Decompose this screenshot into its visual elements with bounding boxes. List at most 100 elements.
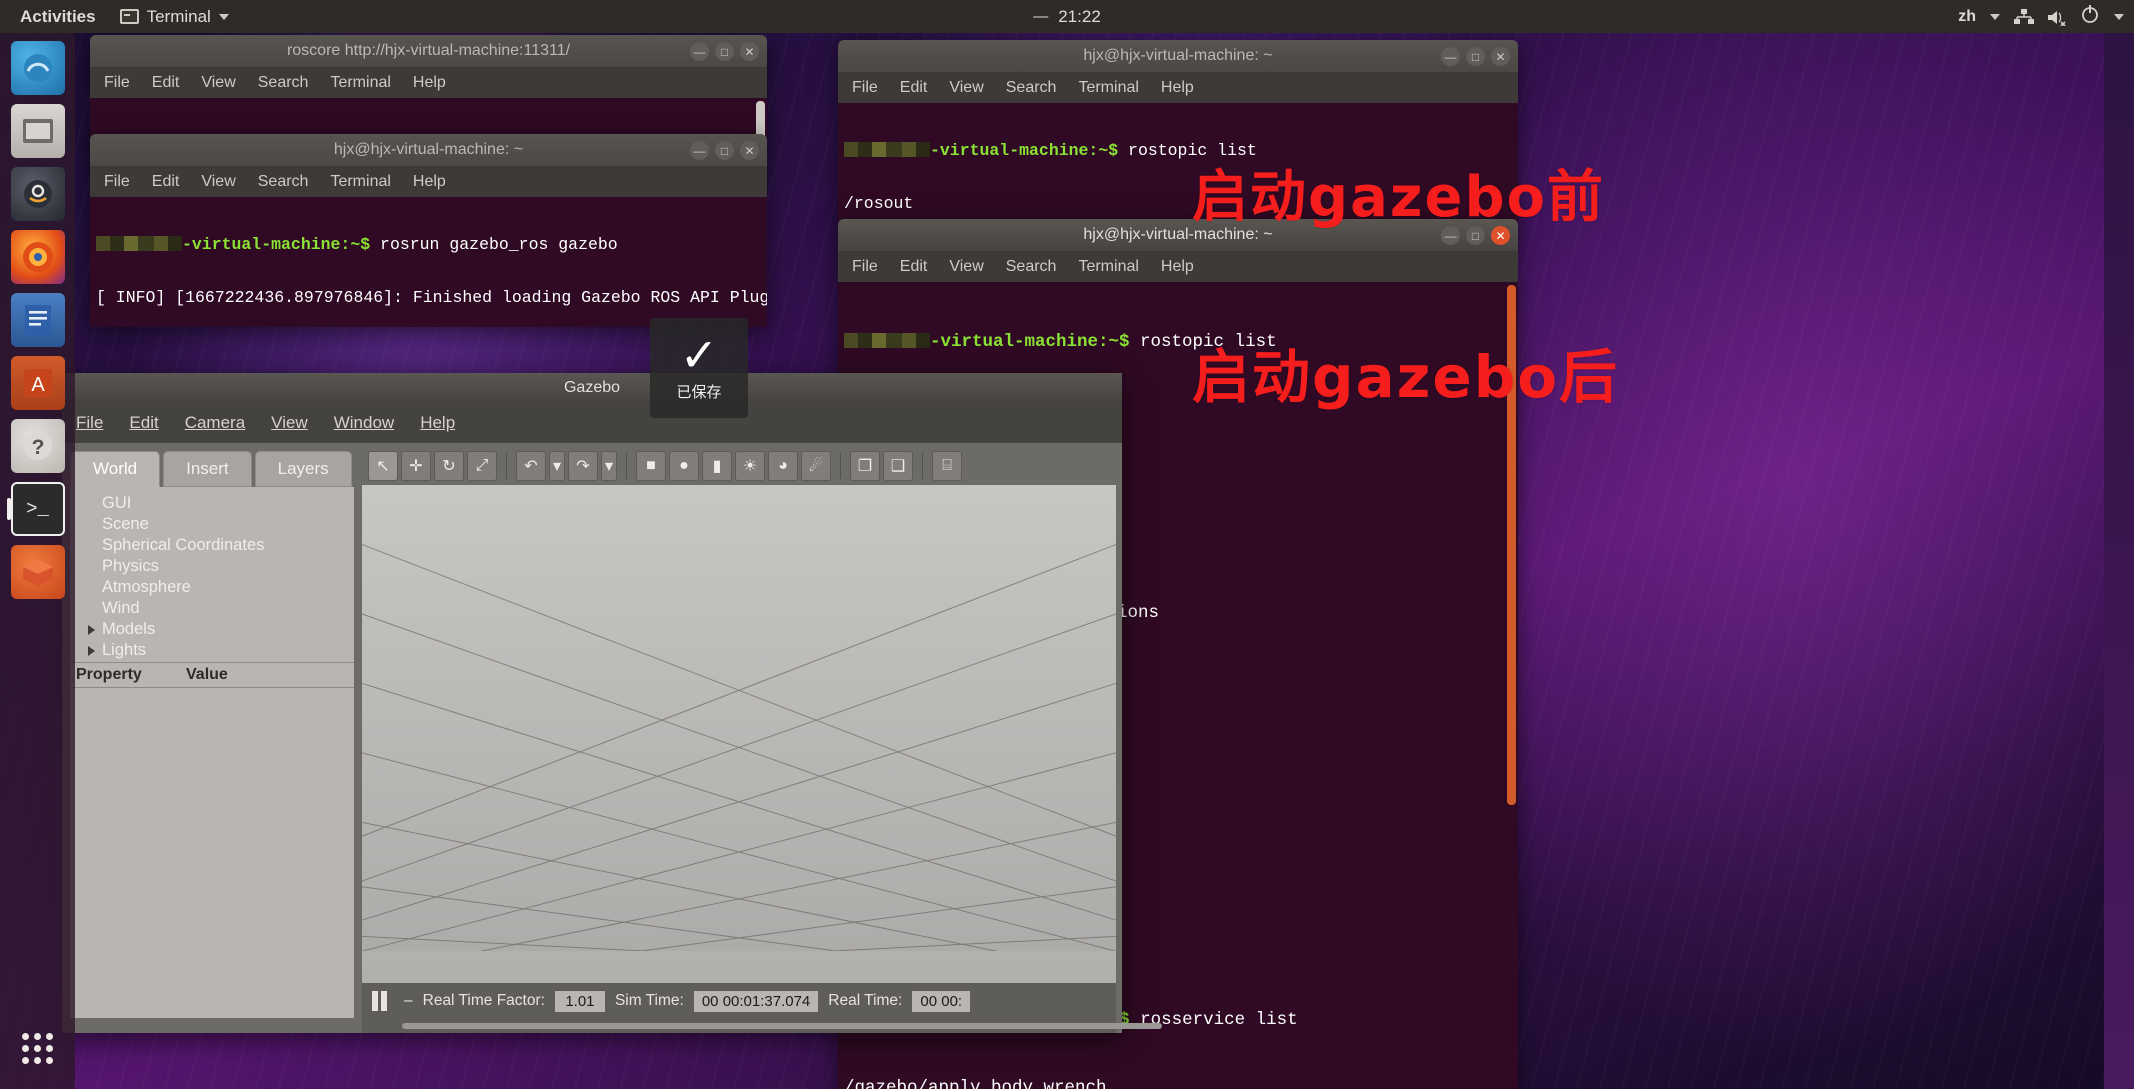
menu-terminal[interactable]: Terminal [330, 74, 390, 92]
menu-window[interactable]: Window [334, 413, 394, 433]
dock-item-toolbox[interactable]: A [10, 356, 65, 410]
close-button[interactable]: ✕ [740, 42, 759, 61]
menu-help[interactable]: Help [1161, 258, 1194, 276]
menu-search[interactable]: Search [1006, 79, 1057, 97]
menu-file[interactable]: File [852, 79, 878, 97]
rotate-mode-button[interactable]: ↻ [434, 451, 464, 481]
select-mode-button[interactable]: ↖ [368, 451, 398, 481]
minimize-button[interactable]: — [690, 141, 709, 160]
tree-item-physics[interactable]: Physics [74, 556, 350, 577]
clock-menu[interactable]: — 21:22 [1033, 7, 1101, 27]
menu-terminal[interactable]: Terminal [1078, 258, 1138, 276]
tree-item-gui[interactable]: GUI [74, 493, 350, 514]
menu-file[interactable]: File [104, 74, 130, 92]
menu-search[interactable]: Search [1006, 258, 1057, 276]
undo-dropdown[interactable]: ▾ [549, 451, 565, 481]
tree-item-scene[interactable]: Scene [74, 514, 350, 535]
dock-item-nautilus[interactable] [10, 545, 65, 599]
spot-light-button[interactable]: ◕ [768, 451, 798, 481]
dock-item-writer[interactable] [10, 293, 65, 347]
minimize-button[interactable]: — [690, 42, 709, 61]
dock-item-amazon[interactable] [10, 167, 65, 221]
menu-help[interactable]: Help [413, 74, 446, 92]
maximize-button[interactable]: □ [715, 42, 734, 61]
tree-item-atmosphere[interactable]: Atmosphere [74, 577, 350, 598]
menu-help[interactable]: Help [420, 413, 455, 433]
gazebo-panel-tabs[interactable]: World Insert Layers [70, 451, 354, 487]
menubar[interactable]: File Edit Camera View Window Help [62, 403, 1122, 443]
menu-terminal[interactable]: Terminal [1078, 79, 1138, 97]
titlebar[interactable]: Gazebo [62, 373, 1122, 403]
dock-item-terminal[interactable]: >_ [10, 482, 65, 536]
app-menu-terminal[interactable]: Terminal [108, 0, 241, 33]
box-button[interactable]: ■ [636, 451, 666, 481]
horizontal-scrollbar[interactable] [362, 1019, 1162, 1033]
terminal-output[interactable]: -virtual-machine:~$ rosrun gazebo_ros ga… [90, 197, 767, 327]
translate-mode-button[interactable]: ✛ [401, 451, 431, 481]
gazebo-toolbar[interactable]: ↖ ✛ ↻ ⤢ ↶ ▾ ↷ ▾ ■ ● ▮ ☀ ◕ ☄ ❐ ❑ ⌸ [362, 447, 1116, 485]
pause-button[interactable] [372, 990, 394, 1012]
menubar[interactable]: File Edit View Search Terminal Help [838, 73, 1518, 103]
dock-item-software[interactable] [10, 104, 65, 158]
tab-world[interactable]: World [70, 451, 161, 487]
property-table-body[interactable] [70, 688, 354, 1018]
window-buttons[interactable]: — □ ✕ [690, 35, 759, 68]
undo-button[interactable]: ↶ [516, 451, 546, 481]
tree-item-lights[interactable]: Lights [74, 640, 350, 661]
titlebar[interactable]: hjx@hjx-virtual-machine: ~ — □ ✕ [838, 40, 1518, 73]
menu-edit[interactable]: Edit [900, 258, 928, 276]
tree-item-wind[interactable]: Wind [74, 598, 350, 619]
maximize-button[interactable]: □ [715, 141, 734, 160]
close-button[interactable]: ✕ [1491, 47, 1510, 66]
titlebar[interactable]: hjx@hjx-virtual-machine: ~ — □ ✕ [90, 134, 767, 167]
menu-edit[interactable]: Edit [152, 173, 180, 191]
show-applications-button[interactable] [11, 1021, 65, 1075]
menu-camera[interactable]: Camera [185, 413, 245, 433]
redo-dropdown[interactable]: ▾ [601, 451, 617, 481]
directional-light-button[interactable]: ☄ [801, 451, 831, 481]
window-buttons[interactable]: — □ ✕ [1441, 40, 1510, 73]
minimize-button[interactable]: — [1441, 47, 1460, 66]
status-indicators[interactable]: zh [1958, 4, 2124, 29]
window-buttons[interactable]: — □ ✕ [690, 134, 759, 167]
menu-view[interactable]: View [201, 74, 235, 92]
keyboard-layout-indicator[interactable]: zh [1958, 8, 1976, 26]
sphere-button[interactable]: ● [669, 451, 699, 481]
tree-item-spherical-coordinates[interactable]: Spherical Coordinates [74, 535, 350, 556]
menu-view[interactable]: View [949, 79, 983, 97]
menubar[interactable]: File Edit View Search Terminal Help [90, 167, 767, 197]
maximize-button[interactable]: □ [1466, 47, 1485, 66]
dock-item-help[interactable]: ? [10, 419, 65, 473]
close-button[interactable]: ✕ [740, 141, 759, 160]
align-button[interactable]: ⌸ [932, 451, 962, 481]
point-light-button[interactable]: ☀ [735, 451, 765, 481]
activities-button[interactable]: Activities [8, 0, 108, 33]
menubar[interactable]: File Edit View Search Terminal Help [838, 252, 1518, 282]
menu-view[interactable]: View [949, 258, 983, 276]
tree-item-models[interactable]: Models [74, 619, 350, 640]
cylinder-button[interactable]: ▮ [702, 451, 732, 481]
dock-item-files[interactable] [10, 41, 65, 95]
tab-layers[interactable]: Layers [254, 451, 352, 487]
menu-terminal[interactable]: Terminal [330, 173, 390, 191]
window-gazebo-rosrun[interactable]: hjx@hjx-virtual-machine: ~ — □ ✕ File Ed… [90, 134, 767, 327]
gazebo-status-bar[interactable]: – Real Time Factor: 1.01 Sim Time: 00 00… [362, 983, 1116, 1019]
tab-insert[interactable]: Insert [163, 451, 252, 487]
dock-item-firefox[interactable] [10, 230, 65, 284]
redo-button[interactable]: ↷ [568, 451, 598, 481]
menu-view[interactable]: View [201, 173, 235, 191]
menu-search[interactable]: Search [258, 173, 309, 191]
copy-button[interactable]: ❐ [850, 451, 880, 481]
world-tree[interactable]: GUI Scene Spherical Coordinates Physics … [70, 487, 354, 662]
menubar[interactable]: File Edit View Search Terminal Help [90, 68, 767, 98]
menu-edit[interactable]: Edit [152, 74, 180, 92]
menu-edit[interactable]: Edit [900, 79, 928, 97]
menu-help[interactable]: Help [1161, 79, 1194, 97]
window-roscore[interactable]: roscore http://hjx-virtual-machine:11311… [90, 35, 767, 144]
scale-mode-button[interactable]: ⤢ [467, 451, 497, 481]
menu-edit[interactable]: Edit [129, 413, 158, 433]
menu-file[interactable]: File [104, 173, 130, 191]
menu-search[interactable]: Search [258, 74, 309, 92]
menu-file[interactable]: File [852, 258, 878, 276]
menu-view[interactable]: View [271, 413, 308, 433]
